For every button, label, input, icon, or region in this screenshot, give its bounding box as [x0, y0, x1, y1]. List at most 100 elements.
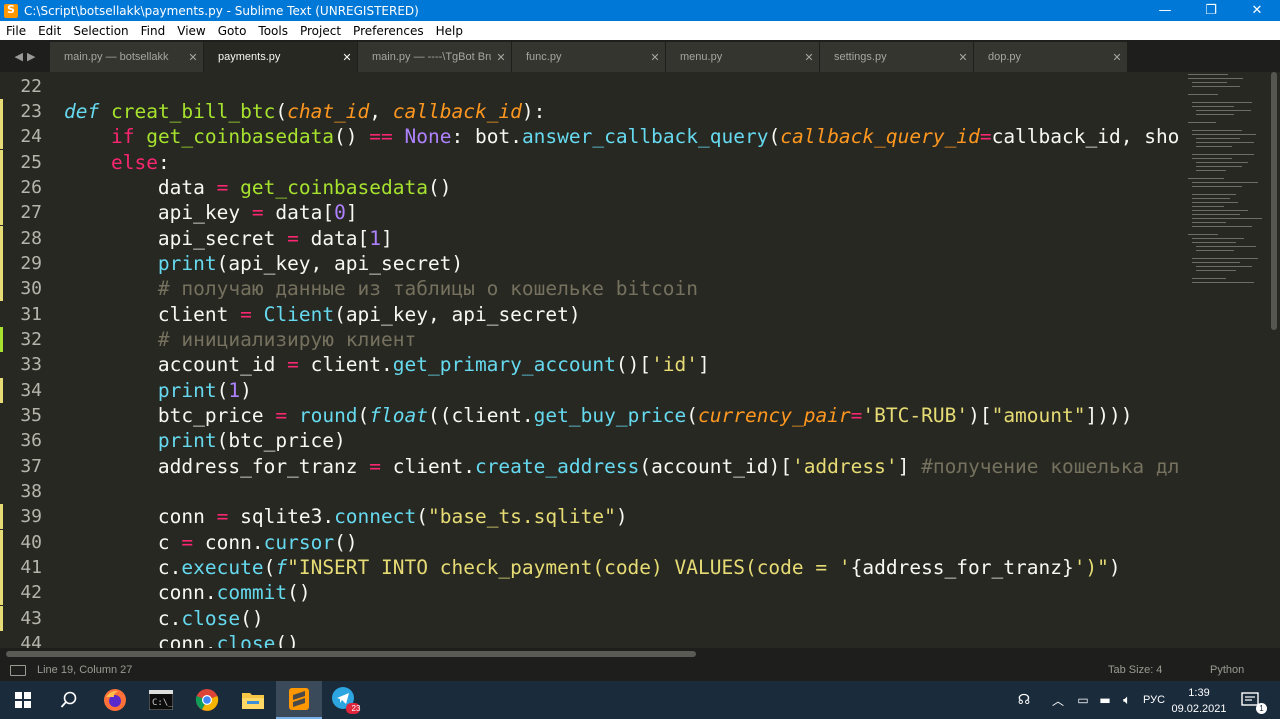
code-line-31: client = Client(api_key, api_secret) [157, 303, 581, 326]
tab-close-icon[interactable]: ✕ [645, 51, 665, 64]
minimize-button[interactable]: — [1142, 0, 1188, 21]
code-token: print [157, 252, 217, 275]
tab-func[interactable]: func.py ✕ [512, 42, 666, 72]
tab-main-botsellakk[interactable]: main.py — botsellakk ✕ [50, 42, 204, 72]
battery-icon[interactable]: ▬ [1094, 693, 1116, 707]
tab-strip: ◀ ▶ main.py — botsellakk ✕ payments.py ✕… [0, 40, 1280, 72]
sublime-text-logo-icon [4, 3, 18, 18]
code-token: c. [157, 607, 182, 630]
horizontal-scrollbar[interactable] [0, 648, 1280, 660]
menu-tools[interactable]: Tools [252, 24, 294, 38]
tab-size-selector[interactable]: Tab Size: 4 [1108, 664, 1162, 676]
code-comment: #получение кошелька дл [921, 455, 1180, 478]
tab-main-tgbot-bruter[interactable]: main.py — ----\TgBot Bruter ✕ [358, 42, 512, 72]
sublime-text-window: C:\Script\botsellakk\payments.py - Subli… [0, 0, 1280, 719]
code-token: ')" [1073, 556, 1109, 579]
tab-close-icon[interactable]: ✕ [337, 51, 357, 64]
people-icon[interactable]: ☊ [1012, 692, 1036, 708]
code-token: chat_id [287, 100, 370, 123]
clock[interactable]: 1:39 09.02.2021 [1168, 685, 1230, 717]
code-text[interactable]: def creat_bill_btc(chat_id, callback_id)… [64, 72, 1184, 648]
code-token: callback_id [392, 100, 522, 123]
code-token: cursor [263, 531, 335, 554]
code-token: create_address [474, 455, 640, 478]
syntax-selector[interactable]: Python [1210, 664, 1244, 676]
chrome-taskbar-button[interactable] [184, 681, 230, 719]
code-token: 'id' [651, 353, 699, 376]
menu-selection[interactable]: Selection [67, 24, 134, 38]
vertical-scrollbar-thumb[interactable] [1271, 72, 1277, 330]
firefox-taskbar-button[interactable] [92, 681, 138, 719]
code-token: float [369, 404, 428, 427]
modified-line-marker [0, 504, 3, 530]
menu-edit[interactable]: Edit [32, 24, 67, 38]
telegram-taskbar-button[interactable]: 23 [322, 681, 368, 719]
code-line-32: # инициализирую клиент [64, 327, 416, 352]
line-number: 28 [20, 228, 42, 249]
code-token: data[ [275, 201, 335, 224]
menu-file[interactable]: File [0, 24, 32, 38]
tab-scroll-right-icon[interactable]: ▶ [27, 50, 35, 63]
tab-close-icon[interactable]: ✕ [1107, 51, 1127, 64]
line-number: 29 [20, 253, 42, 274]
tab-close-icon[interactable]: ✕ [799, 51, 819, 64]
menu-bar: File Edit Selection Find View Goto Tools… [0, 21, 1280, 40]
tab-close-icon[interactable]: ✕ [183, 51, 203, 64]
notifications-button[interactable]: 1 [1230, 681, 1270, 719]
minimap[interactable] [1184, 72, 1268, 648]
code-token: currency_pair [698, 404, 851, 427]
code-line-26: data = get_coinbasedata() [157, 176, 452, 199]
terminal-icon: C:\_ [149, 690, 173, 710]
line-number: 33 [20, 354, 42, 375]
network-icon[interactable]: ▭ [1072, 693, 1094, 707]
modified-line-marker [0, 150, 3, 176]
menu-find[interactable]: Find [135, 24, 172, 38]
terminal-taskbar-button[interactable]: C:\_ [138, 681, 184, 719]
close-window-button[interactable]: ✕ [1234, 0, 1280, 21]
code-line-29: print(api_key, api_secret) [64, 251, 463, 276]
modified-line-marker [0, 124, 3, 150]
menu-goto[interactable]: Goto [212, 24, 253, 38]
code-token: def [64, 100, 100, 123]
start-button[interactable] [0, 681, 46, 719]
editor-area[interactable]: 22 23 24 25 26 27 28 29 30 31 32 33 34 3… [0, 72, 1280, 648]
input-language[interactable]: РУС [1138, 694, 1170, 706]
code-token: ((client. [428, 404, 534, 427]
sublime-text-icon [289, 688, 309, 710]
tab-close-icon[interactable]: ✕ [953, 51, 973, 64]
sublime-text-taskbar-button[interactable] [276, 681, 322, 719]
search-button[interactable] [46, 681, 92, 719]
code-token: print [157, 379, 217, 402]
menu-view[interactable]: View [171, 24, 211, 38]
tab-payments[interactable]: payments.py ✕ [204, 42, 358, 72]
chevron-up-icon[interactable]: ︿ [1044, 692, 1072, 709]
menu-preferences[interactable]: Preferences [347, 24, 430, 38]
code-token: conn. [157, 632, 217, 648]
code-token: conn. [157, 581, 217, 604]
line-number: 22 [20, 76, 42, 97]
code-token: close [181, 607, 241, 630]
tab-dop[interactable]: dop.py ✕ [974, 42, 1128, 72]
line-number: 23 [20, 101, 42, 122]
line-number: 26 [20, 177, 42, 198]
clock-date: 09.02.2021 [1171, 703, 1227, 715]
panel-toggle-icon[interactable] [10, 665, 26, 676]
tab-scroll-left-icon[interactable]: ◀ [15, 50, 23, 63]
vertical-scrollbar[interactable] [1268, 72, 1280, 648]
tab-settings[interactable]: settings.py ✕ [820, 42, 974, 72]
title-bar[interactable]: C:\Script\botsellakk\payments.py - Subli… [0, 0, 1280, 21]
menu-help[interactable]: Help [430, 24, 469, 38]
volume-icon[interactable]: 🔈︎ [1116, 693, 1138, 708]
line-number: 36 [20, 430, 42, 451]
notification-count-icon: 1 [1256, 703, 1267, 714]
code-token: round [298, 404, 358, 427]
file-explorer-taskbar-button[interactable] [230, 681, 276, 719]
horizontal-scrollbar-thumb[interactable] [6, 651, 696, 657]
tab-close-icon[interactable]: ✕ [491, 51, 511, 64]
menu-project[interactable]: Project [294, 24, 347, 38]
code-comment: # получаю данные из таблицы о кошельке b… [157, 277, 698, 300]
code-line-34: print(1) [157, 379, 252, 402]
maximize-button[interactable]: ❐ [1188, 0, 1234, 21]
tab-menu[interactable]: menu.py ✕ [666, 42, 820, 72]
code-token: else [110, 151, 158, 174]
